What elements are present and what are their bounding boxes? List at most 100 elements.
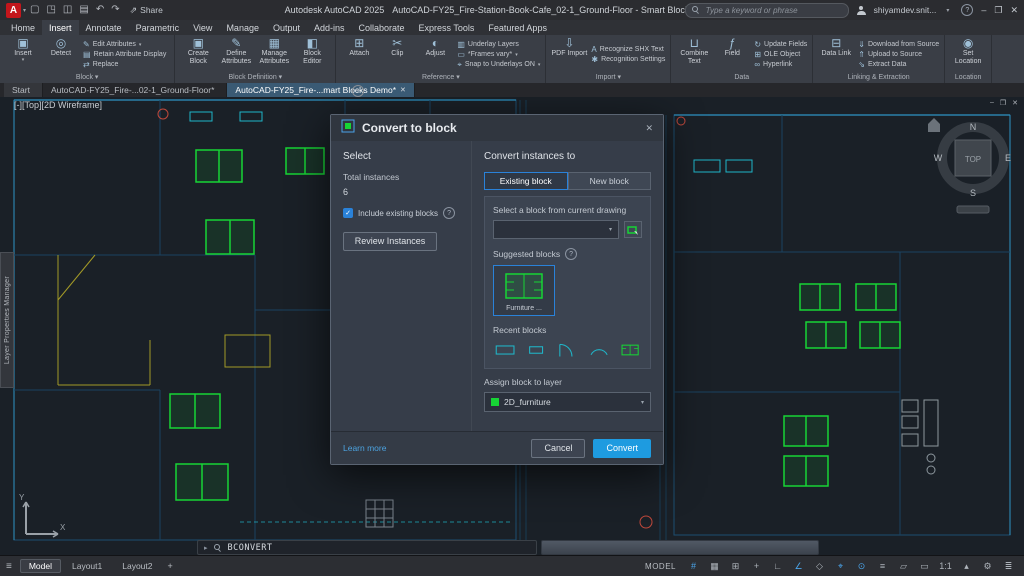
customization-icon[interactable]: ≣ — [999, 559, 1018, 573]
ribbon-tab[interactable]: Parametric — [129, 20, 187, 35]
recent-block-arc[interactable] — [587, 340, 611, 360]
ribbon-small-button[interactable]: ⊞ OLE Object — [754, 51, 807, 59]
autocad-logo[interactable]: A — [6, 3, 21, 18]
ribbon-small-button[interactable]: ▥ Underlay Layers — [457, 41, 540, 49]
ribbon-tab[interactable]: Annotate — [79, 20, 129, 35]
annotation-scale-label[interactable]: 1:1 — [936, 559, 955, 573]
save-icon[interactable]: ◫ — [63, 5, 72, 15]
suggested-block-tile[interactable]: Furniture ... — [493, 265, 555, 316]
ribbon-button[interactable]: ▣ Create Block — [180, 37, 216, 72]
layout-tab[interactable]: Model — [20, 559, 61, 573]
layout-tab[interactable]: Layout2 — [113, 559, 161, 573]
ribbon-button[interactable]: ◉ Set Location — [950, 37, 986, 72]
ribbon-small-button[interactable]: ⇓ Download from Source — [858, 41, 939, 49]
recent-block-rect[interactable] — [493, 340, 517, 360]
ribbon-tab[interactable]: Add-ins — [307, 20, 352, 35]
ribbon-panel-title[interactable]: Block ▾ — [0, 72, 174, 83]
open-file-icon[interactable]: ◳ — [46, 5, 55, 15]
ribbon-button[interactable]: ◧ Block Editor — [294, 37, 330, 72]
ribbon-panel-title[interactable]: Linking & Extraction — [813, 72, 944, 83]
ribbon-button[interactable]: ⊟ Data Link — [818, 37, 854, 72]
convert-button[interactable]: Convert — [593, 439, 651, 458]
new-drawing-tab-button[interactable]: + — [352, 85, 364, 97]
infer-constraints-icon[interactable]: ⊞ — [726, 559, 745, 573]
ribbon-tab[interactable]: View — [186, 20, 219, 35]
search-box[interactable] — [685, 3, 849, 18]
dynamic-input-icon[interactable]: + — [747, 559, 766, 573]
lineweight-icon[interactable]: ≡ — [873, 559, 892, 573]
ribbon-panel-title[interactable]: Block Definition ▾ — [175, 72, 335, 83]
user-name[interactable]: shiyamdev.snit... — [874, 5, 937, 15]
isodraft-icon[interactable]: ◇ — [810, 559, 829, 573]
file-tab[interactable]: AutoCAD-FY25_Fire-...mart Blocks Demo* ✕ — [227, 83, 414, 97]
model-space-label[interactable]: MODEL — [645, 562, 676, 571]
restore-button[interactable]: ❐ — [994, 6, 1002, 15]
ribbon-panel-title[interactable]: Location — [945, 72, 991, 83]
layer-dropdown[interactable]: 2D_furniture ▾ — [484, 392, 651, 412]
ribbon-panel-title[interactable]: Reference ▾ — [336, 72, 545, 83]
selection-cycling-icon[interactable]: ▭ — [915, 559, 934, 573]
grid-icon[interactable]: # — [684, 559, 703, 573]
ribbon-button[interactable]: ⊔ Combine Text — [676, 37, 712, 72]
minimize-button[interactable]: – — [981, 6, 986, 15]
ribbon-panel-title[interactable]: Import ▾ — [546, 72, 670, 83]
command-line-extension[interactable] — [541, 540, 819, 555]
close-button[interactable]: ✕ — [1010, 6, 1018, 15]
block-select-dropdown[interactable]: ▾ — [493, 220, 619, 239]
ribbon-button[interactable]: ▦ Manage Attributes — [256, 37, 292, 72]
layout-tab[interactable]: Layout1 — [63, 559, 111, 573]
ribbon-small-button[interactable]: ▤ Retain Attribute Display — [83, 51, 169, 59]
ribbon-small-button[interactable]: A Recognize SHX Text — [591, 46, 665, 54]
dialog-titlebar[interactable]: Convert to block ✕ — [331, 115, 663, 141]
recent-block-door[interactable] — [555, 340, 579, 360]
ribbon-small-button[interactable]: ∞ Hyperlink — [754, 61, 807, 69]
help-icon[interactable]: ? — [961, 4, 973, 16]
ribbon-panel-title[interactable]: Data — [671, 72, 812, 83]
annotation-visibility-icon[interactable]: ▴ — [957, 559, 976, 573]
workspace-switching-icon[interactable]: ⚙ — [978, 559, 997, 573]
ribbon-tab[interactable]: Home — [4, 20, 42, 35]
ortho-mode-icon[interactable]: ∟ — [768, 559, 787, 573]
ribbon-small-button[interactable]: ⇘ Extract Data — [858, 61, 939, 69]
ribbon-small-button[interactable]: ⌖ Snap to Underlays ON ▾ — [457, 61, 540, 69]
include-existing-blocks-checkbox[interactable]: ✓ Include existing blocks ? — [343, 207, 461, 219]
polar-tracking-icon[interactable]: ∠ — [789, 559, 808, 573]
file-tab-close-icon[interactable]: ✕ — [400, 86, 406, 94]
convert-tab[interactable]: New block — [568, 172, 652, 190]
file-tab[interactable]: AutoCAD-FY25_Fire-...02-1_Ground-Floor* — [43, 83, 227, 97]
ribbon-button[interactable]: ƒ Field — [714, 37, 750, 72]
ribbon-button[interactable]: ◐ Adjust — [417, 37, 453, 72]
layer-properties-palette-tab[interactable]: Layer Properties Manager — [0, 252, 14, 388]
ribbon-small-button[interactable]: ✱ Recognition Settings — [591, 56, 665, 64]
ribbon-tab[interactable]: Featured Apps — [481, 20, 554, 35]
review-instances-button[interactable]: Review Instances — [343, 232, 437, 251]
help-icon[interactable]: ? — [565, 248, 577, 260]
file-tab[interactable]: Start — [4, 83, 43, 97]
viewport-restore-icon[interactable]: ❐ — [1000, 99, 1006, 107]
redo-icon[interactable]: ↷ — [111, 5, 119, 15]
ribbon-button[interactable]: ⇩ PDF Import — [551, 37, 587, 72]
help-icon[interactable]: ? — [443, 207, 455, 219]
transparency-icon[interactable]: ▱ — [894, 559, 913, 573]
recent-block-table[interactable] — [618, 340, 642, 360]
object-snap-icon[interactable]: ⊙ — [852, 559, 871, 573]
app-menu-caret-icon[interactable]: ▾ — [23, 7, 26, 14]
learn-more-link[interactable]: Learn more — [343, 443, 386, 453]
pick-block-button[interactable] — [624, 221, 642, 238]
undo-icon[interactable]: ↶ — [96, 5, 104, 15]
cancel-button[interactable]: Cancel — [531, 439, 585, 458]
ribbon-small-button[interactable]: ▭ *Frames vary* ▾ — [457, 51, 540, 59]
ribbon-tab[interactable]: Insert — [42, 20, 79, 35]
dialog-close-button[interactable]: ✕ — [645, 123, 653, 134]
ribbon-button[interactable]: ⊞ Attach — [341, 37, 377, 72]
viewport-close-icon[interactable]: ✕ — [1012, 99, 1018, 107]
viewport-minimize-icon[interactable]: – — [990, 99, 994, 107]
user-menu-caret-icon[interactable]: ▾ — [946, 7, 949, 14]
ribbon-small-button[interactable]: ↻ Update Fields — [754, 41, 807, 49]
ribbon-tab[interactable]: Manage — [219, 20, 266, 35]
ribbon-small-button[interactable]: ✎ Edit Attributes ▾ — [83, 41, 169, 49]
ribbon-button[interactable]: ✂ Clip — [379, 37, 415, 72]
user-avatar-icon[interactable] — [857, 6, 866, 15]
share-button[interactable]: ⇗ Share — [130, 5, 163, 15]
ribbon-button[interactable]: ▣ Insert ▾ — [5, 37, 41, 72]
